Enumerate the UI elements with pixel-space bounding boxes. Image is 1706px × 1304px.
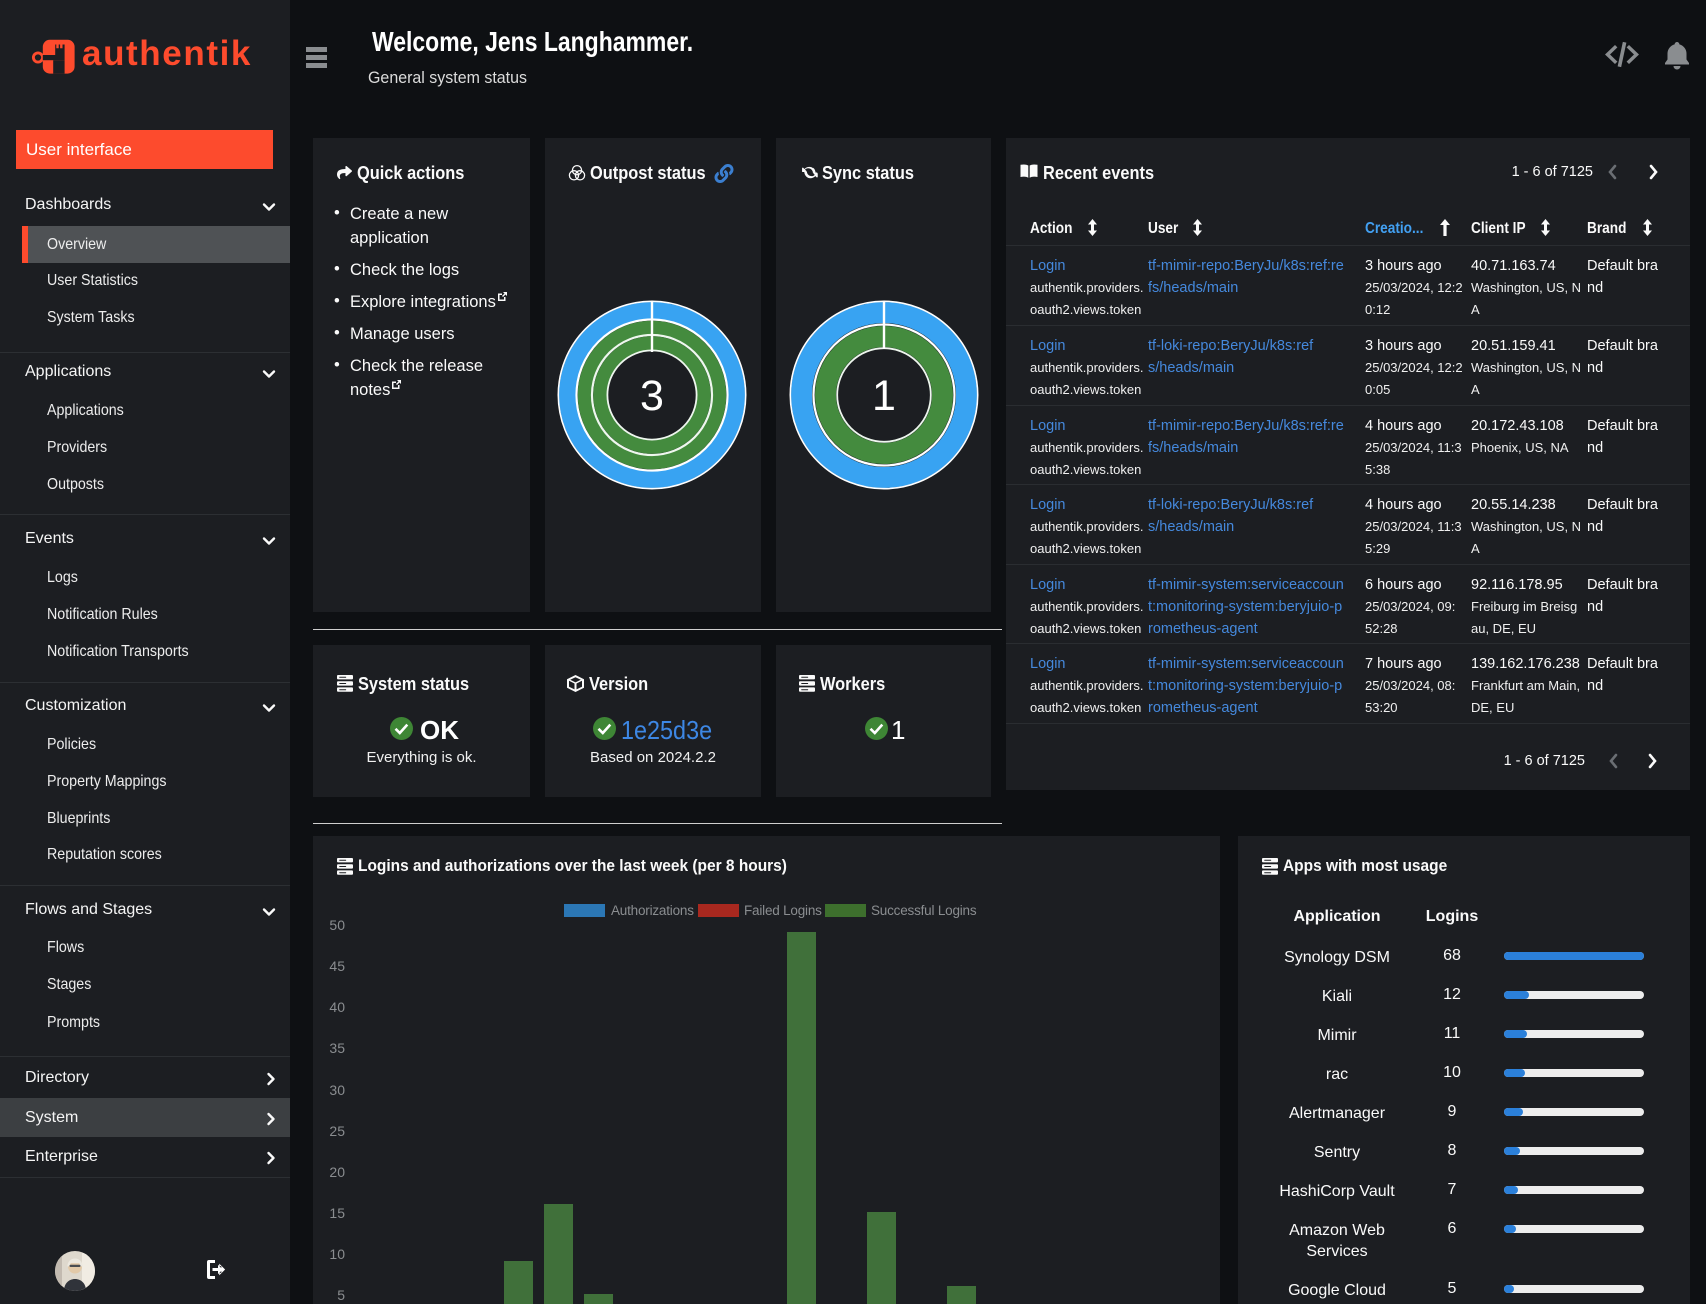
svg-text:3: 3 xyxy=(640,372,664,420)
svg-text:1: 1 xyxy=(872,372,896,420)
svg-text:authentik: authentik xyxy=(82,35,252,73)
